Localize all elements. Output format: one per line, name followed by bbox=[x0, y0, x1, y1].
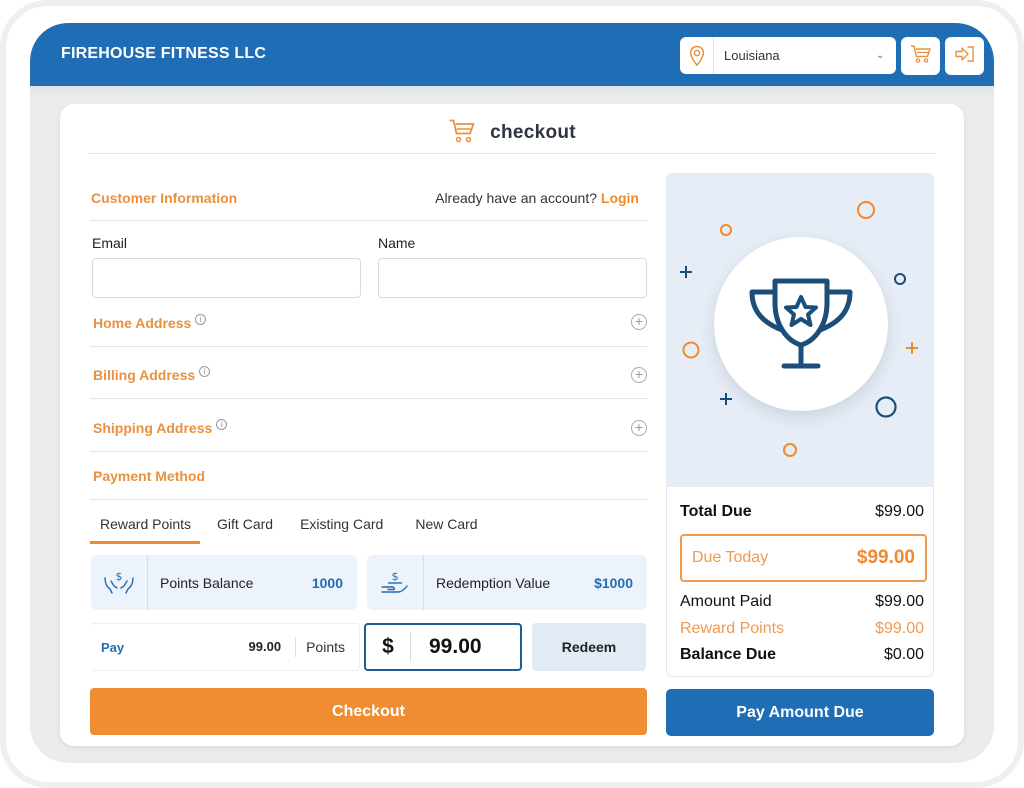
due-today-box: Due Today $99.00 bbox=[680, 534, 927, 582]
email-label: Email bbox=[92, 235, 128, 251]
balance-due-row: Balance Due $0.00 bbox=[680, 646, 924, 664]
decorative-plus-icon bbox=[720, 393, 732, 405]
points-pay-row: Pay 99.00 Points bbox=[90, 623, 360, 671]
svg-text:$: $ bbox=[116, 570, 123, 583]
brand-name: FIREHOUSE FITNESS LLC bbox=[61, 45, 267, 62]
email-field[interactable] bbox=[92, 258, 361, 298]
billing-address-label: Billing Address bbox=[93, 367, 196, 383]
plus-circle-icon[interactable]: + bbox=[631, 420, 647, 436]
total-due-row: Total Due $99.00 bbox=[680, 503, 924, 521]
points-balance-label: Points Balance bbox=[160, 574, 254, 591]
trophy-star-icon bbox=[749, 278, 853, 369]
location-select[interactable]: Louisiana ⌄ bbox=[680, 37, 896, 74]
points-balance-card: $ Points Balance 1000 bbox=[91, 555, 357, 610]
divider bbox=[90, 499, 647, 500]
shipping-address-label: Shipping Address bbox=[93, 420, 213, 436]
divider bbox=[90, 451, 647, 452]
reward-points-row: Reward Points $99.00 bbox=[680, 620, 924, 638]
tab-gift-card[interactable]: Gift Card bbox=[207, 514, 283, 544]
sign-in-icon bbox=[954, 45, 976, 68]
page-title-text: checkout bbox=[490, 122, 576, 143]
pay-points-amount: 99.00 bbox=[249, 637, 297, 657]
reward-points-value: $99.00 bbox=[875, 620, 924, 637]
trophy-badge bbox=[714, 237, 888, 411]
top-bar: FIREHOUSE FITNESS LLC Louisiana ⌄ bbox=[30, 23, 994, 86]
points-balance-value: 1000 bbox=[311, 574, 343, 591]
chevron-down-icon: ⌄ bbox=[876, 50, 885, 61]
total-due-label: Total Due bbox=[680, 503, 752, 520]
home-address-section[interactable]: Home Address i bbox=[93, 314, 207, 331]
balance-due-value: $0.00 bbox=[883, 646, 924, 663]
divider bbox=[89, 153, 935, 154]
decorative-plus-icon bbox=[906, 342, 918, 354]
info-icon[interactable]: i bbox=[216, 419, 228, 430]
hands-dollar-icon: $ bbox=[91, 555, 148, 610]
redemption-value-amount: $1000 bbox=[594, 574, 633, 591]
login-button[interactable] bbox=[945, 37, 984, 75]
decorative-circle-icon bbox=[783, 443, 797, 457]
checkout-card: checkout Customer Information Already ha… bbox=[60, 104, 964, 746]
amount-paid-value: $99.00 bbox=[875, 593, 924, 610]
svg-text:$: $ bbox=[392, 570, 399, 583]
page-title: checkout bbox=[60, 118, 964, 148]
balance-due-label: Balance Due bbox=[680, 646, 777, 663]
decorative-circle-icon bbox=[875, 396, 897, 418]
payment-method-heading: Payment Method bbox=[93, 468, 206, 484]
tab-existing-card[interactable]: Existing Card bbox=[290, 514, 393, 544]
currency-symbol: $ bbox=[366, 632, 411, 662]
redeem-amount-value[interactable]: 99.00 bbox=[411, 635, 482, 659]
tab-reward-points[interactable]: Reward Points bbox=[90, 514, 201, 544]
location-value: Louisiana bbox=[724, 48, 780, 63]
info-icon[interactable]: i bbox=[199, 366, 211, 377]
plus-circle-icon[interactable]: + bbox=[631, 314, 647, 330]
due-today-label: Due Today bbox=[692, 549, 769, 566]
shipping-address-section[interactable]: Shipping Address i bbox=[93, 419, 228, 436]
cart-icon bbox=[910, 44, 932, 69]
due-today-value: $99.00 bbox=[856, 547, 915, 568]
decorative-circle-icon bbox=[857, 201, 875, 219]
divider bbox=[90, 220, 647, 221]
login-link[interactable]: Login bbox=[601, 190, 639, 206]
plus-circle-icon[interactable]: + bbox=[631, 367, 647, 383]
name-field[interactable] bbox=[378, 258, 647, 298]
tab-new-card[interactable]: New Card bbox=[405, 514, 487, 544]
pay-label: Pay bbox=[101, 639, 125, 655]
redeem-button[interactable]: Redeem bbox=[532, 623, 646, 671]
decorative-circle-icon bbox=[682, 341, 700, 359]
pay-points-unit: Points bbox=[306, 639, 345, 655]
checkout-button[interactable]: Checkout bbox=[90, 688, 647, 735]
hand-dollar-icon: $ bbox=[367, 555, 424, 610]
cart-button[interactable] bbox=[901, 37, 940, 75]
decorative-circle-icon bbox=[720, 224, 732, 236]
name-label: Name bbox=[378, 235, 416, 251]
divider bbox=[90, 398, 647, 399]
total-due-value: $99.00 bbox=[875, 503, 924, 520]
decorative-plus-icon bbox=[680, 266, 692, 278]
amount-paid-label: Amount Paid bbox=[680, 593, 772, 610]
info-icon[interactable]: i bbox=[195, 314, 207, 325]
decorative-circle-icon bbox=[894, 273, 906, 285]
reward-points-label: Reward Points bbox=[680, 620, 785, 637]
home-address-label: Home Address bbox=[93, 315, 192, 331]
summary-totals: Total Due $99.00 Due Today $99.00 Amount… bbox=[666, 487, 934, 677]
map-pin-icon bbox=[680, 37, 714, 74]
amount-paid-row: Amount Paid $99.00 bbox=[680, 593, 924, 611]
rewards-illustration bbox=[666, 173, 934, 487]
pay-amount-due-button[interactable]: Pay Amount Due bbox=[666, 689, 934, 736]
account-prompt-text: Already have an account? bbox=[435, 190, 597, 206]
header-shadow bbox=[30, 86, 994, 98]
account-prompt: Already have an account? Login bbox=[435, 190, 639, 206]
payment-tabs: Reward Points Gift Card Existing Card Ne… bbox=[90, 514, 495, 544]
redemption-value-card: $ Redemption Value $1000 bbox=[367, 555, 647, 610]
cart-icon bbox=[448, 118, 476, 149]
customer-info-heading: Customer Information bbox=[91, 190, 238, 206]
redemption-value-label: Redemption Value bbox=[436, 574, 551, 591]
billing-address-section[interactable]: Billing Address i bbox=[93, 366, 211, 383]
divider bbox=[90, 346, 647, 347]
redeem-amount-input[interactable]: $ 99.00 bbox=[364, 623, 522, 671]
